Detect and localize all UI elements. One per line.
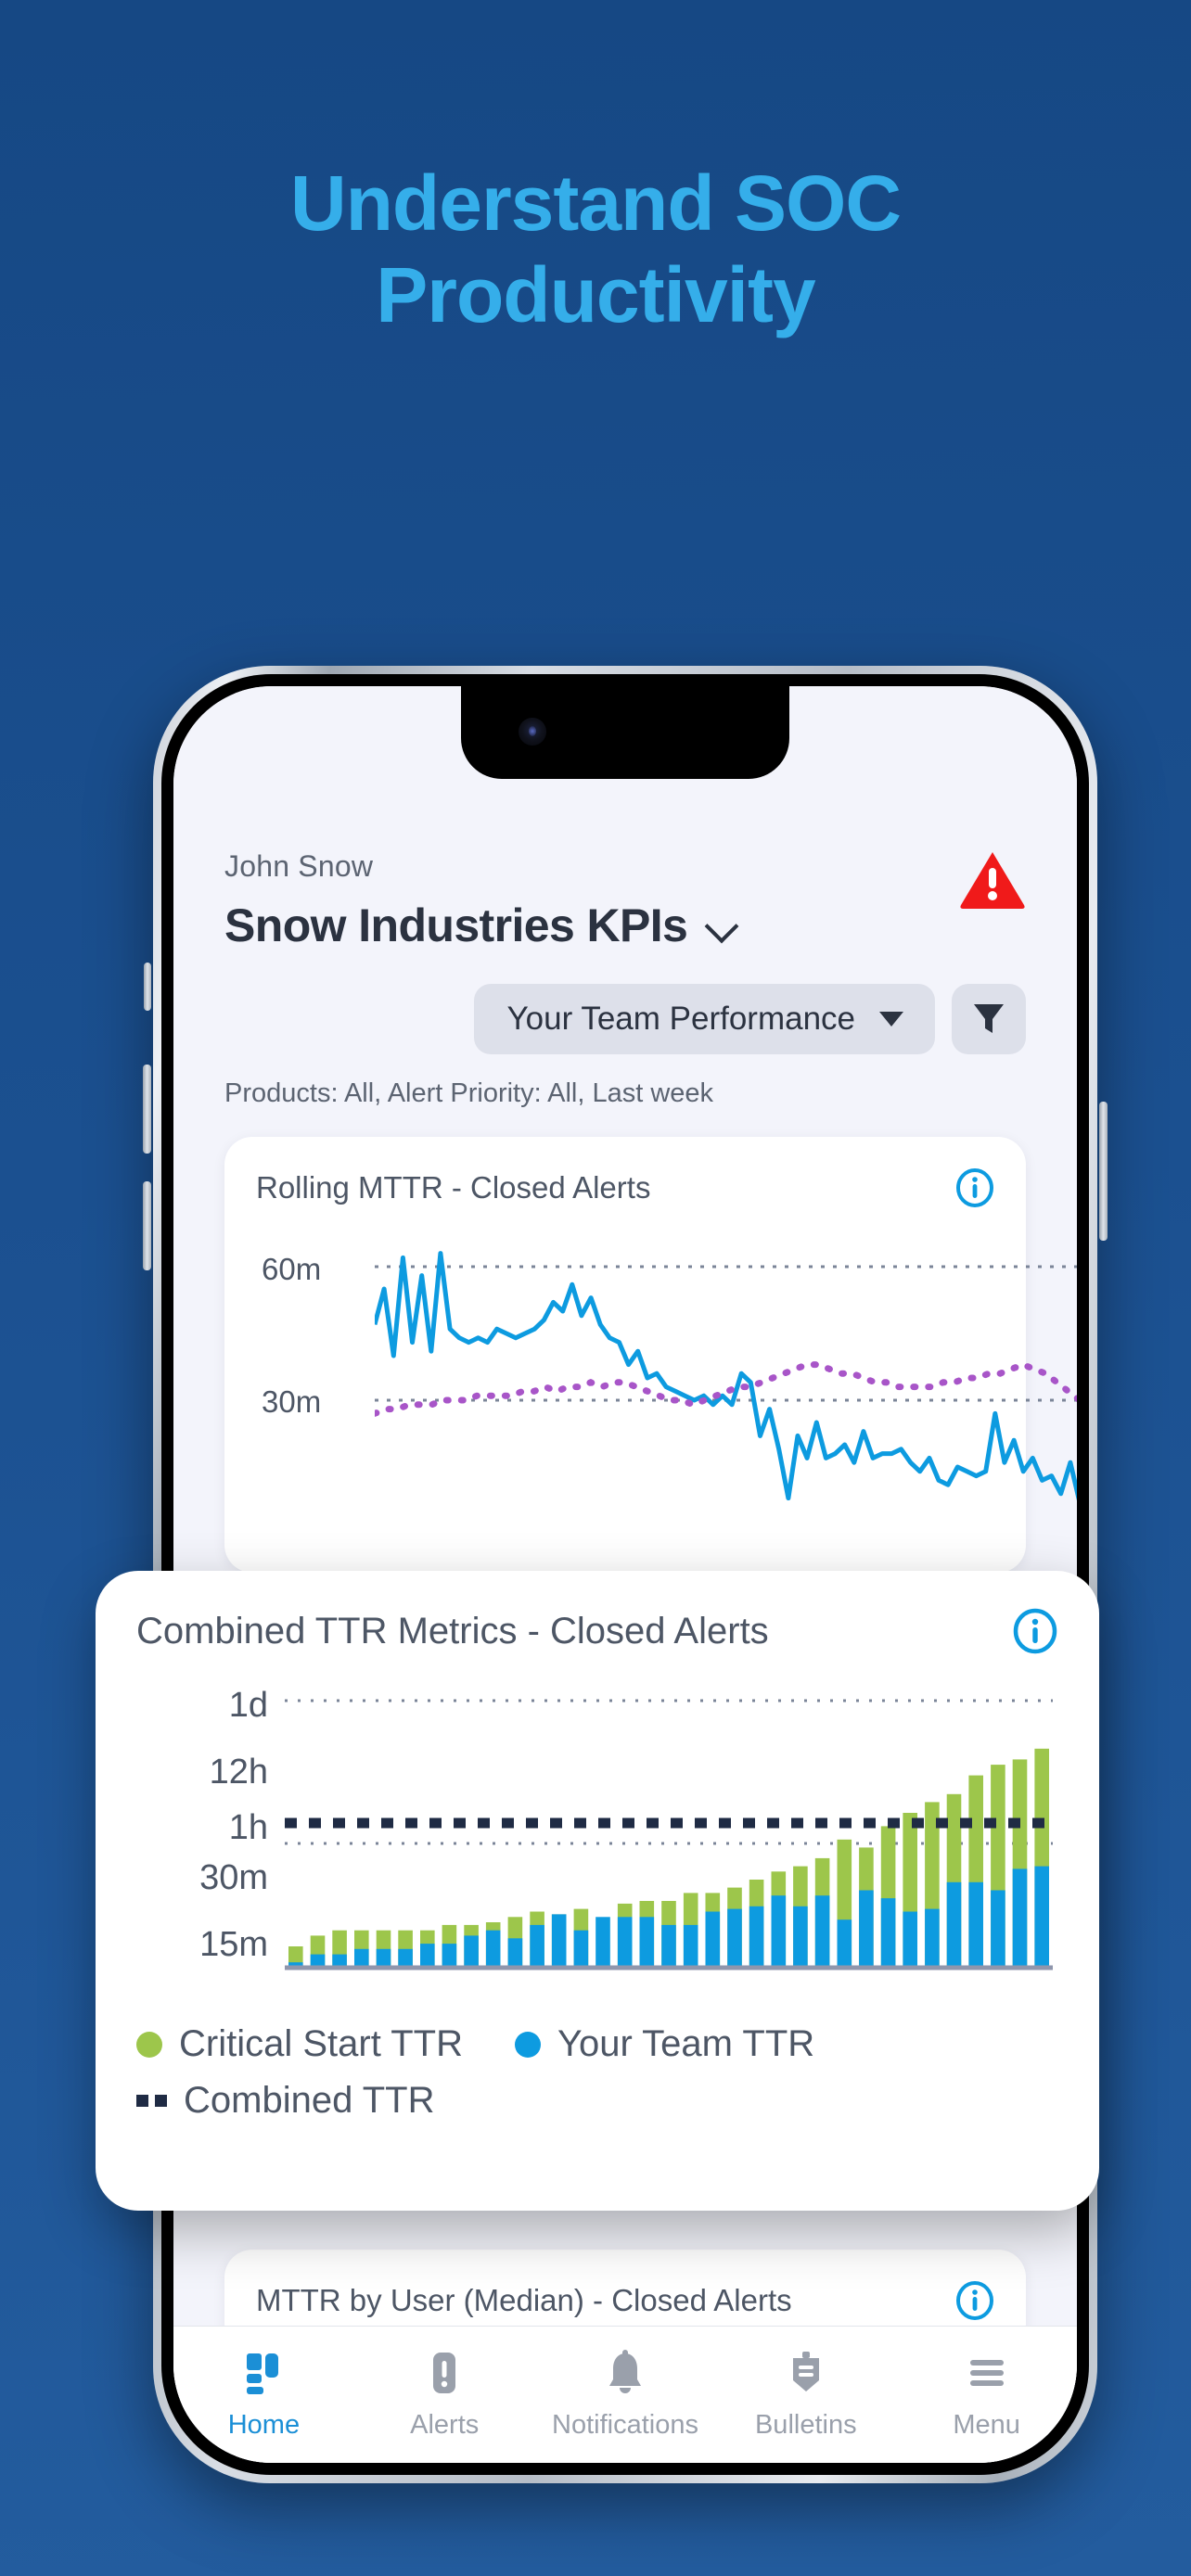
tab-label: Alerts [410,2410,480,2440]
tab-notifications[interactable]: Notifications [535,2349,716,2441]
page-title-row[interactable]: Snow Industries KPIs [224,899,736,952]
combined-ttr-legend: Critical Start TTR Your Team TTR Combine… [136,2023,1058,2122]
tab-label: Bulletins [754,2410,857,2440]
funnel-filter-icon [974,1004,1004,1033]
exclamation-square-icon [420,2349,468,2397]
dropdown-value: Your Team Performance [506,1001,855,1037]
card-rolling-mttr-header: Rolling MTTR - Closed Alerts [256,1168,994,1207]
volume-down-button[interactable] [143,1181,151,1270]
combined-ttr-ytick-12h: 12h [209,1753,268,1792]
promo-heading: Understand SOC Productivity [0,158,1191,341]
overlay-card-header: Combined TTR Metrics - Closed Alerts [136,1608,1058,1654]
info-circle-icon[interactable] [1012,1608,1058,1654]
legend-dot-blue-icon [514,2031,541,2058]
tab-menu[interactable]: Menu [896,2349,1077,2441]
rolling-mttr-ytick-30m: 30m [262,1384,322,1419]
promo-heading-line-2: Productivity [376,251,815,339]
legend-dot-green-icon [136,2031,162,2058]
card-title: MTTR by User (Median) - Closed Alerts [256,2283,792,2317]
front-camera-icon [519,718,546,746]
legend-row-1: Critical Start TTR Your Team TTR [136,2023,1058,2065]
hamburger-menu-icon [963,2349,1011,2397]
user-name: John Snow [224,849,374,883]
legend-label: Combined TTR [184,2080,435,2121]
home-grid-icon [239,2349,288,2397]
power-button[interactable] [1099,1102,1108,1241]
filters-summary: Products: All, Alert Priority: All, Last… [224,1078,714,1108]
combined-ttr-plot [285,1699,1053,1970]
legend-label: Critical Start TTR [179,2023,463,2064]
card-mttr-by-user-header: MTTR by User (Median) - Closed Alerts [256,2281,994,2320]
combined-ttr-ytick-30m: 30m [199,1858,268,1897]
chevron-down-icon[interactable] [708,912,736,939]
header-left: John Snow Snow Industries KPIs [224,849,736,952]
tab-alerts[interactable]: Alerts [354,2349,535,2441]
header-row: John Snow Snow Industries KPIs [224,849,1026,952]
rolling-mttr-plot [375,1251,1077,1501]
tab-label: Notifications [552,2410,698,2440]
tab-label: Menu [953,2410,1020,2440]
legend-item-combined-ttr: Combined TTR [136,2080,434,2122]
info-circle-icon[interactable] [955,2281,994,2320]
bottom-tab-bar: Home Alerts Notifications Bulletins Menu [173,2326,1077,2463]
combined-ttr-ytick-1d: 1d [228,1686,268,1725]
volume-up-button[interactable] [143,1065,151,1154]
legend-item-critical-start-ttr: Critical Start TTR [136,2023,463,2065]
filter-button[interactable] [952,984,1026,1054]
card-mttr-by-user[interactable]: MTTR by User (Median) - Closed Alerts Ho… [224,2250,1026,2333]
team-performance-dropdown[interactable]: Your Team Performance [473,984,935,1054]
card-title: Rolling MTTR - Closed Alerts [256,1170,651,1205]
rolling-mttr-chart: 60m 30m [256,1241,1077,1547]
combined-ttr-chart: 1d 12h 1h 30m 15m [136,1686,1058,1992]
tab-label: Home [227,2410,301,2440]
info-circle-icon[interactable] [955,1168,994,1207]
promo-heading-line-1: Understand SOC [289,159,902,247]
phone-notch [461,686,789,779]
page-title: Snow Industries KPIs [224,899,688,951]
rolling-mttr-ytick-60m: 60m [262,1252,322,1286]
legend-dashes-icon [136,2095,167,2107]
mute-switch[interactable] [144,963,151,1011]
alert-triangle-icon[interactable] [959,849,1026,909]
legend-item-your-team-ttr: Your Team TTR [514,2023,815,2065]
card-title: Combined TTR Metrics - Closed Alerts [136,1610,769,1651]
legend-row-2: Combined TTR [136,2080,1058,2122]
caret-down-icon [879,1012,903,1027]
legend-label: Your Team TTR [557,2023,815,2064]
combined-ttr-ytick-15m: 15m [199,1925,268,1964]
combined-ttr-overlay-card[interactable]: Combined TTR Metrics - Closed Alerts 1d … [96,1571,1099,2211]
card-rolling-mttr[interactable]: Rolling MTTR - Closed Alerts 60m 30m [224,1137,1077,1573]
bell-icon [601,2349,649,2397]
combined-ttr-ytick-1h: 1h [228,1808,268,1847]
clipboard-envelope-icon [782,2349,830,2397]
controls-row: Your Team Performance [224,984,1026,1054]
tab-bulletins[interactable]: Bulletins [715,2349,896,2441]
tab-home[interactable]: Home [173,2349,354,2441]
